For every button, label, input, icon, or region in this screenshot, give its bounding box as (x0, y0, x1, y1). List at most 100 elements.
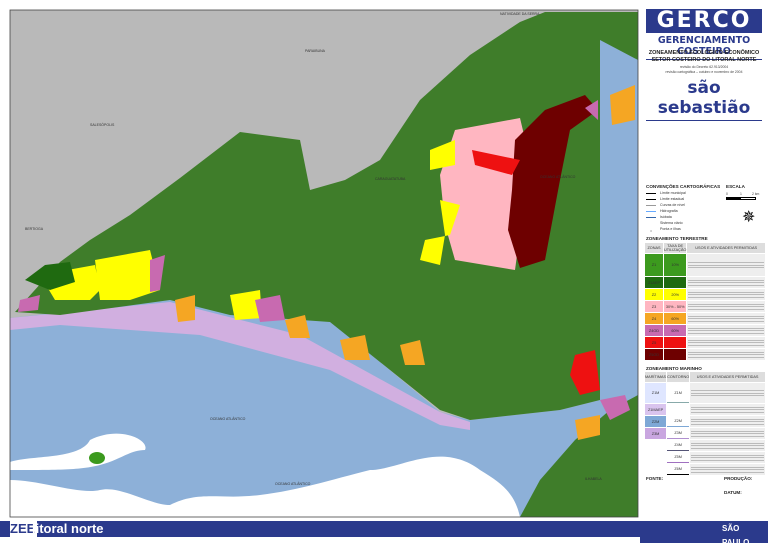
zone-description (687, 313, 765, 324)
convention-item: • Ponta e ilhas (650, 227, 681, 233)
marine-zone-code: Z3M (645, 428, 667, 439)
scale-tick: 1 (740, 192, 742, 196)
marine-contour: Z4M (667, 440, 690, 451)
zone-code: Z1AEP (645, 277, 663, 288)
marine-zone-code (645, 452, 666, 463)
marine-row: Z4M (645, 440, 765, 451)
marine-description (690, 464, 765, 475)
terrestrial-title: ZONEAMENTO TERRESTRE (646, 236, 708, 241)
bottom-banner (0, 521, 768, 537)
zone-rate: 20% (664, 289, 687, 300)
zone-rate (664, 337, 687, 348)
marine-zoning-table: MARÍTIMAS CONTORNO USOS E ATIVIDADES PERMI… (644, 371, 766, 476)
marine-zone-code: Z2M (645, 416, 667, 427)
scale-tick: 2 km (752, 192, 760, 196)
zone-code: Z4OD (645, 325, 663, 336)
zone-code: Z5OD (645, 349, 663, 360)
terrestrial-row: Z1AEP (645, 277, 765, 288)
marine-description (690, 428, 765, 439)
terrestrial-row: Z4OD 60% (645, 325, 765, 336)
zone-description (687, 337, 765, 348)
marine-row: Z1MAEP (645, 404, 765, 415)
marine-row: Z3M Z3M (645, 428, 765, 439)
marine-zone-code (645, 440, 666, 451)
zone-code: Z5 (645, 337, 663, 348)
datum-title: DATUM: (724, 490, 742, 495)
scale-title: ESCALA (726, 184, 745, 189)
source-title: FONTE: (646, 476, 664, 481)
zone-description (687, 277, 765, 288)
marine-row: Z6M (645, 464, 765, 475)
marine-zone-code: Z1M (645, 383, 667, 403)
convention-item: Limite estadual (646, 197, 684, 201)
banner-title: litoral norte (32, 521, 104, 536)
col-header: MARÍTIMAS (645, 372, 667, 382)
convention-item: Hidrografia (646, 209, 678, 213)
convention-item: Limite municipal (646, 191, 686, 195)
conventions-title: CONVENÇÕES CARTOGRÁFICAS (646, 184, 721, 189)
label-salesopolis: SALESÓPOLIS (90, 122, 115, 127)
col-header: USOS E ATIVIDADES PERMITIDAS (690, 372, 765, 382)
col-header: TAXA DE UTILIZAÇÃO (664, 243, 687, 253)
zone-description (687, 325, 765, 336)
marine-zone-code: Z1MAEP (645, 404, 667, 415)
title-line-2: SETOR COSTEIRO DO LITORAL NORTE (651, 57, 757, 63)
terrestrial-row: Z1 10% (645, 254, 765, 276)
zoning-map[interactable]: PARAIBUNA SALESÓPOLIS BERTIOGA CARAGUATA… (0, 0, 640, 520)
terrestrial-zoning-table: ZONAS TAXA DE UTILIZAÇÃO USOS E ATIVIDADES… (644, 242, 766, 361)
zone-rate: 30% - 50% (664, 301, 687, 312)
marine-zone-code (645, 464, 666, 475)
marine-description (690, 440, 765, 451)
label-ocean-2: OCEANO ATLÂNTICO (210, 417, 246, 421)
terrestrial-row: Z5 (645, 337, 765, 348)
zone-rate: 10% (664, 254, 687, 276)
zone-rate (664, 349, 687, 360)
zone-description (687, 301, 765, 312)
marine-description (690, 383, 765, 403)
zone-code: Z1 (645, 254, 663, 276)
legend-panel: GERCO GERENCIAMENTO COSTEIRO ZONEAMENTO … (640, 0, 768, 543)
title-line-1: ZONEAMENTO ECOLÓGICO-ECONÔMICO (648, 50, 760, 56)
production-title: PRODUÇÃO: (724, 476, 753, 481)
sao-paulo-logo-text: SÃO PAULO (722, 524, 750, 547)
revision-note-2: revisão cartográfica – outubro e novembr… (665, 70, 743, 74)
terrestrial-row: Z3 30% - 50% (645, 301, 765, 312)
zone-rate: 60% (664, 325, 687, 336)
marine-contour: Z3M (667, 428, 690, 439)
label-caraguatatuba: CARAGUATATUBA (375, 177, 406, 181)
gerco-logo: GERCO (646, 9, 762, 33)
marine-row: Z1M Z1M (645, 383, 765, 403)
marine-contour: Z6M (667, 464, 690, 475)
marine-description (690, 404, 765, 415)
marine-description (690, 416, 765, 427)
zone-description (687, 349, 765, 360)
col-header: ZONAS (645, 243, 663, 253)
zone-rate: 60% (664, 313, 687, 324)
convention-item: Sistema viário (646, 221, 683, 225)
marine-contour: Z1M (667, 383, 690, 403)
scale-bar (726, 197, 756, 200)
zone-code: Z3 (645, 301, 663, 312)
convention-item: Curvas de nível (646, 203, 685, 207)
zone-code: Z4 (645, 313, 663, 324)
col-header: CONTORNO (667, 372, 690, 382)
marine-description (690, 452, 765, 463)
label-paraibuna: PARAIBUNA (305, 49, 326, 53)
terrestrial-row: Z4 60% (645, 313, 765, 324)
label-ilhabela: ILHABELA (585, 477, 602, 481)
label-ocean-3: OCEANO ATLÂNTICO (275, 482, 311, 486)
island (89, 452, 105, 464)
marine-contour: Z2M (667, 416, 690, 427)
marine-row: Z5M (645, 452, 765, 463)
terrestrial-row: Z5OD (645, 349, 765, 360)
label-ocean-1: OCEANO ATLÂNTICO (540, 175, 576, 179)
marine-contour: Z5M (667, 452, 690, 463)
municipality-title: são sebastião (646, 78, 762, 121)
zone-rate (664, 277, 687, 288)
scale-tick: 0 (726, 192, 728, 196)
zone-code: Z2 (645, 289, 663, 300)
label-natividade: NATIVIDADE DA SERRA (500, 12, 540, 16)
marine-contour (667, 404, 689, 415)
zone-description (687, 254, 765, 276)
label-bertioga: BERTIOGA (25, 227, 44, 231)
